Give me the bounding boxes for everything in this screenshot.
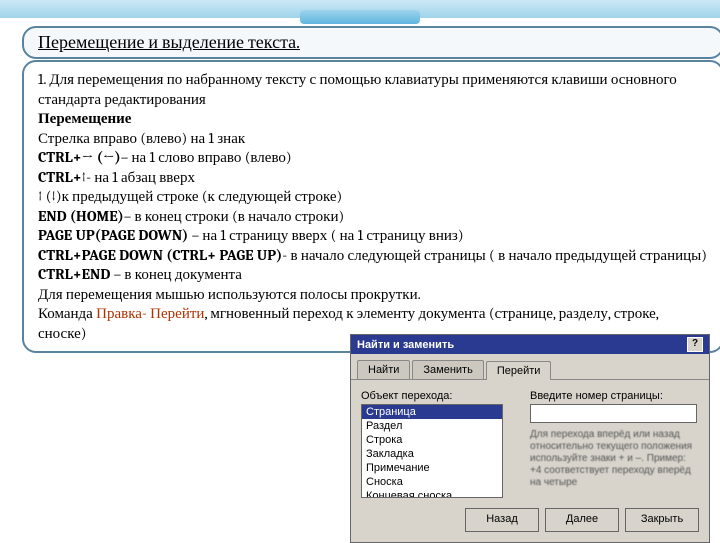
tab-find[interactable]: Найти <box>357 360 410 379</box>
list-item[interactable]: Примечание <box>362 461 502 475</box>
find-replace-dialog: Найти и заменить ? Найти Заменить Перейт… <box>350 334 710 543</box>
line-arrow: Стрелка вправо (влево) на 1 знак <box>38 129 708 149</box>
line-end-home: END (HOME)– в конец строки (в начало стр… <box>38 207 708 227</box>
content-box: 1. Для перемещения по набранному тексту … <box>22 60 720 353</box>
close-icon[interactable]: ? <box>687 337 703 352</box>
page-title: Перемещение и выделение текста. <box>38 32 300 53</box>
dialog-title: Найти и заменить <box>357 339 454 351</box>
dialog-titlebar[interactable]: Найти и заменить ? <box>351 335 709 354</box>
list-item[interactable]: Раздел <box>362 419 502 433</box>
dialog-tabs: Найти Заменить Перейти <box>351 354 709 380</box>
tab-goto[interactable]: Перейти <box>486 361 552 380</box>
heading-move: Перемещение <box>38 109 708 129</box>
page-number-label: Введите номер страницы: <box>530 390 699 402</box>
list-item[interactable]: Строка <box>362 433 502 447</box>
goto-object-list[interactable]: Страница Раздел Строка Закладка Примечан… <box>361 404 503 498</box>
page-number-input[interactable] <box>530 404 697 423</box>
hint-text: Для перехода вперёд или назад относитель… <box>530 429 699 489</box>
menu-path: Правка- Перейти <box>96 304 204 322</box>
line-updown: ↑ (↓)к предыдущей строке (к следующей ст… <box>38 187 708 207</box>
next-button[interactable]: Далее <box>545 508 619 532</box>
list-item[interactable]: Сноска <box>362 475 502 489</box>
line-ctrlpage: CTRL+PAGE DOWN (CTRL+ PAGE UP)- в начало… <box>38 246 708 266</box>
goto-object-label: Объект перехода: <box>361 390 530 402</box>
list-item[interactable]: Концевая сноска <box>362 489 502 498</box>
intro-paragraph: 1. Для перемещения по набранному тексту … <box>38 70 708 109</box>
mouse-scroll: Для перемещения мышью используются полос… <box>38 285 708 305</box>
line-ctrl-arrow: CTRL+→ (←)– на 1 слово вправо (влево) <box>38 148 708 168</box>
back-button[interactable]: Назад <box>465 508 539 532</box>
line-ctrlend: CTRL+END – в конец документа <box>38 265 708 285</box>
list-item[interactable]: Закладка <box>362 447 502 461</box>
tab-replace[interactable]: Заменить <box>412 360 483 379</box>
close-button[interactable]: Закрыть <box>625 508 699 532</box>
title-box: Перемещение и выделение текста. <box>22 26 720 59</box>
line-ctrl-up: CTRL+↑- на 1 абзац вверх <box>38 168 708 188</box>
list-item[interactable]: Страница <box>362 405 502 419</box>
line-pageup: PAGE UP(PAGE DOWN) – на 1 страницу вверх… <box>38 226 708 246</box>
